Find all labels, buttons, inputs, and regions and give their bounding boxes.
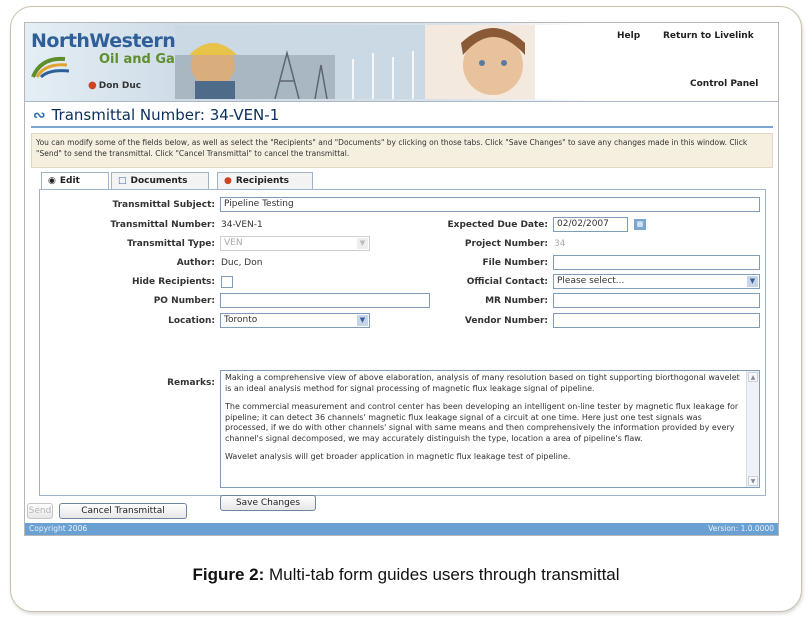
page-title: ∾ Transmittal Number: 34-VEN-1 <box>33 106 279 124</box>
copyright-text: Copyright 2006 <box>29 524 88 533</box>
transmittal-subject-input[interactable]: Pipeline Testing <box>220 197 760 212</box>
transmittal-number-label: Transmittal Number: <box>110 220 215 230</box>
hide-recipients-label: Hide Recipients: <box>131 277 215 287</box>
vendor-number-label: Vendor Number: <box>464 316 548 326</box>
transmittal-type-label: Transmittal Type: <box>127 239 215 249</box>
tab-recipients[interactable]: ● Recipients <box>217 172 313 189</box>
expected-due-date-input[interactable]: 02/02/2007 <box>553 217 628 232</box>
help-link[interactable]: Help <box>617 31 640 41</box>
user-icon: ● <box>88 80 97 91</box>
banner-photo-collage <box>175 25 635 99</box>
footer-bar: Copyright 2006 Version: 1.0.0000 <box>25 523 778 535</box>
send-button[interactable]: Send <box>27 503 53 519</box>
document-icon: □ <box>118 176 127 186</box>
official-contact-select[interactable]: Please select... ▼ <box>553 274 760 289</box>
remarks-textarea[interactable]: Making a comprehensive view of above ela… <box>220 370 760 488</box>
logo-swoosh-icon <box>31 56 70 79</box>
file-number-label: File Number: <box>482 258 548 268</box>
tab-documents-label: Documents <box>130 176 188 186</box>
mr-number-input[interactable] <box>553 293 760 308</box>
transmittal-icon: ∾ <box>33 106 46 124</box>
po-number-input[interactable] <box>220 293 430 308</box>
tab-documents[interactable]: □ Documents <box>111 172 209 189</box>
remarks-paragraph: Making a comprehensive view of above ela… <box>225 373 740 393</box>
chevron-down-icon: ▼ <box>357 238 368 249</box>
location-value: Toronto <box>224 315 258 325</box>
transmittal-number-value: 34-VEN-1 <box>221 220 263 230</box>
remarks-paragraph: The commercial measurement and control c… <box>225 402 739 443</box>
official-contact-label: Official Contact: <box>466 277 548 287</box>
project-number-value: 34 <box>554 239 566 249</box>
control-panel-link[interactable]: Control Panel <box>690 79 758 89</box>
author-value: Duc, Don <box>221 258 263 268</box>
user-badge: ● Don Duc <box>88 80 141 91</box>
title-divider <box>31 126 773 128</box>
header-banner: NorthWestern Oil and Gas ● Don Duc Help … <box>25 23 778 102</box>
eye-icon: ◉ <box>48 176 56 186</box>
edit-panel: Transmittal Subject: Pipeline Testing Tr… <box>39 189 766 511</box>
project-number-label: Project Number: <box>464 239 548 249</box>
figure-caption-text: Multi-tab form guides users through tran… <box>264 565 620 584</box>
vendor-number-input[interactable] <box>553 313 760 328</box>
calendar-icon[interactable]: ▦ <box>634 219 646 230</box>
cancel-transmittal-button[interactable]: Cancel Transmittal <box>59 503 187 519</box>
remarks-label: Remarks: <box>167 378 215 388</box>
scroll-up-icon[interactable]: ▲ <box>748 372 758 382</box>
tab-edit-label: Edit <box>59 176 80 186</box>
file-number-input[interactable] <box>553 255 760 270</box>
app-window: NorthWestern Oil and Gas ● Don Duc Help … <box>24 22 779 536</box>
tab-edit[interactable]: ◉ Edit <box>41 172 109 190</box>
return-to-livelink-link[interactable]: Return to Livelink <box>663 31 754 41</box>
chevron-down-icon: ▼ <box>357 315 368 326</box>
transmittal-subject-label: Transmittal Subject: <box>112 200 215 210</box>
remarks-paragraph: Wavelet analysis will get broader applic… <box>225 452 571 461</box>
transmittal-type-value: VEN <box>224 238 243 248</box>
official-contact-value: Please select... <box>557 276 625 286</box>
people-icon: ● <box>224 176 232 186</box>
author-label: Author: <box>176 258 215 268</box>
figure-caption: Figure 2: Multi-tab form guides users th… <box>0 565 812 585</box>
logo-title: NorthWestern <box>31 30 176 52</box>
tab-recipients-label: Recipients <box>235 176 290 186</box>
transmittal-type-select[interactable]: VEN ▼ <box>220 236 370 251</box>
user-name: Don Duc <box>98 81 142 91</box>
location-select[interactable]: Toronto ▼ <box>220 313 370 328</box>
instructions-box: You can modify some of the fields below,… <box>31 133 773 168</box>
logo-subtitle: Oil and Gas <box>99 52 183 67</box>
save-changes-button[interactable]: Save Changes <box>220 495 316 511</box>
expected-due-date-label: Expected Due Date: <box>447 220 548 230</box>
location-label: Location: <box>168 316 215 326</box>
chevron-down-icon: ▼ <box>747 276 758 287</box>
hide-recipients-checkbox[interactable] <box>221 276 233 288</box>
page-title-text: Transmittal Number: 34-VEN-1 <box>51 106 280 124</box>
scroll-down-icon[interactable]: ▼ <box>748 476 758 486</box>
version-text: Version: 1.0.0000 <box>708 524 774 533</box>
figure-caption-label: Figure 2: <box>192 565 265 584</box>
po-number-label: PO Number: <box>153 296 215 306</box>
remarks-scrollbar[interactable]: ▲ ▼ <box>746 371 759 487</box>
mr-number-label: MR Number: <box>485 296 548 306</box>
